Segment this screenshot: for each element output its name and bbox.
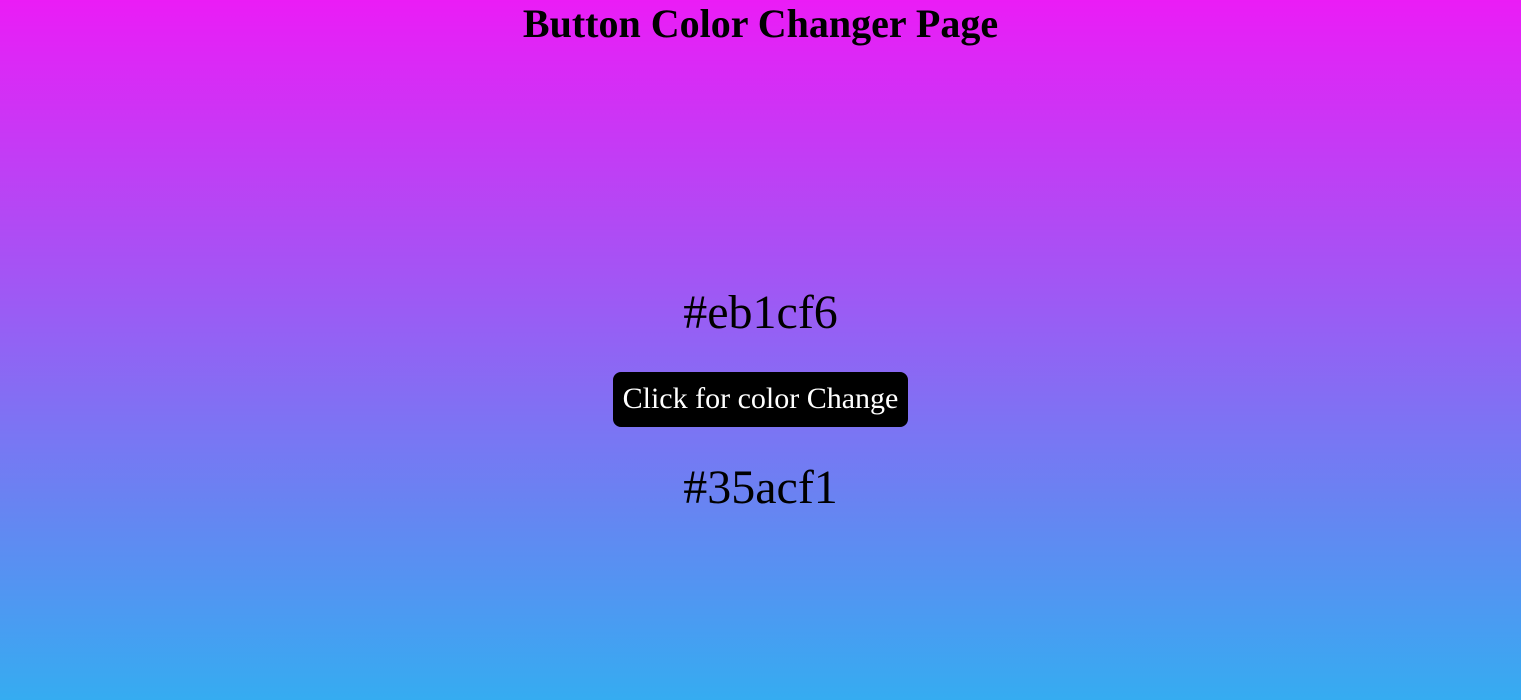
bottom-color-code: #35acf1 — [683, 461, 838, 514]
color-change-button[interactable]: Click for color Change — [612, 372, 909, 427]
top-color-code: #eb1cf6 — [683, 286, 838, 339]
page-title: Button Color Changer Page — [522, 1, 999, 46]
button-container: Click for color Change — [0, 372, 1521, 427]
